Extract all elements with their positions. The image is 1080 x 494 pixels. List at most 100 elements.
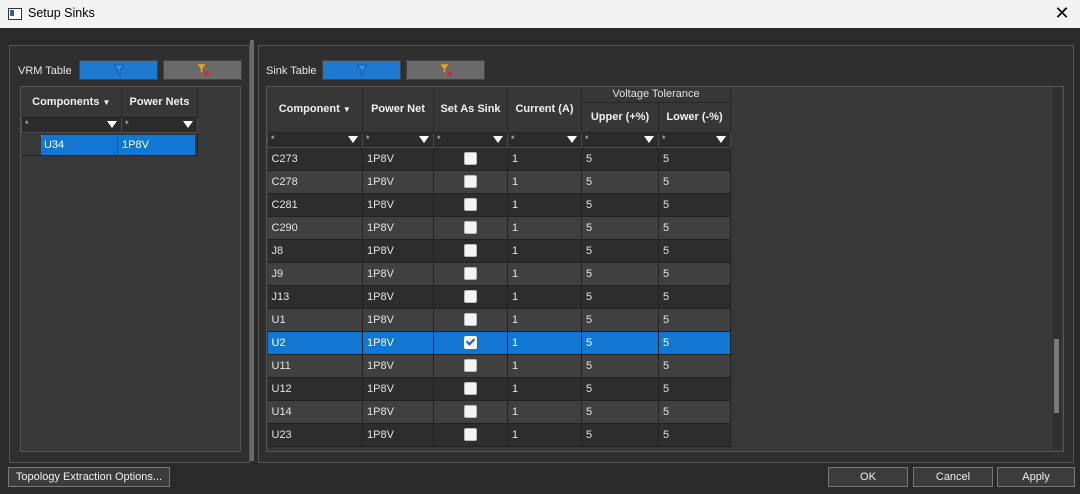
cell-upper[interactable]: 5 [581, 423, 659, 447]
vrm-filter-power-nets[interactable]: * [121, 116, 198, 133]
set-as-sink-checkbox[interactable] [464, 336, 477, 349]
table-row[interactable]: U1 1P8V 1 5 5 [267, 308, 732, 332]
sink-filter-upper[interactable]: * [581, 131, 659, 148]
sink-filter-current[interactable]: * [507, 131, 582, 148]
cell-current[interactable]: 1 [507, 193, 582, 217]
window-title: Setup Sinks [28, 6, 95, 20]
cell-current[interactable]: 1 [507, 216, 582, 240]
cell-lower[interactable]: 5 [658, 193, 732, 217]
dropdown-arrow-icon [716, 135, 727, 143]
sink-vertical-scrollbar[interactable] [1053, 87, 1061, 449]
close-icon[interactable]: ✕ [1052, 3, 1072, 23]
table-row[interactable]: J13 1P8V 1 5 5 [267, 285, 732, 309]
cell-lower[interactable]: 5 [658, 331, 732, 355]
cell-upper[interactable]: 5 [581, 308, 659, 332]
vrm-filter-components[interactable]: * [21, 116, 122, 133]
sink-col-lower-header[interactable]: Lower (-%) [658, 102, 732, 133]
table-row[interactable]: U23 1P8V 1 5 5 [267, 423, 732, 447]
vrm-row-selected[interactable]: U34 1P8V [41, 135, 195, 155]
cell-upper[interactable]: 5 [581, 285, 659, 309]
cell-lower[interactable]: 5 [658, 216, 732, 240]
cancel-button[interactable]: Cancel [913, 467, 993, 487]
vrm-filter-button[interactable] [79, 60, 158, 80]
cell-lower[interactable]: 5 [658, 400, 732, 424]
cell-current[interactable]: 1 [507, 308, 582, 332]
set-as-sink-checkbox[interactable] [464, 405, 477, 418]
sink-filter-component[interactable]: * [267, 131, 363, 148]
table-row[interactable]: C290 1P8V 1 5 5 [267, 216, 732, 240]
cell-lower[interactable]: 5 [658, 147, 732, 171]
cell-upper[interactable]: 5 [581, 354, 659, 378]
ok-button[interactable]: OK [828, 467, 908, 487]
cell-lower[interactable]: 5 [658, 423, 732, 447]
set-as-sink-checkbox[interactable] [464, 428, 477, 441]
cell-upper[interactable]: 5 [581, 193, 659, 217]
cell-current[interactable]: 1 [507, 400, 582, 424]
cell-current[interactable]: 1 [507, 354, 582, 378]
sink-clear-filter-button[interactable] [406, 60, 485, 80]
cell-power-net: 1P8V [362, 354, 434, 378]
set-as-sink-checkbox[interactable] [464, 198, 477, 211]
set-as-sink-checkbox[interactable] [464, 359, 477, 372]
cell-upper[interactable]: 5 [581, 216, 659, 240]
sink-filter-power-net[interactable]: * [362, 131, 434, 148]
dropdown-arrow-icon [493, 135, 503, 143]
cell-current[interactable]: 1 [507, 285, 582, 309]
cell-current[interactable]: 1 [507, 377, 582, 401]
cell-lower[interactable]: 5 [658, 170, 732, 194]
sink-col-power-net-header[interactable]: Power Net [362, 87, 434, 133]
cell-upper[interactable]: 5 [581, 147, 659, 171]
sink-filter-button[interactable] [322, 60, 401, 80]
set-as-sink-checkbox[interactable] [464, 382, 477, 395]
scrollbar-thumb[interactable] [1054, 339, 1059, 413]
vrm-col-components-header[interactable]: Components ▼ [21, 87, 122, 118]
cell-lower[interactable]: 5 [658, 285, 732, 309]
set-as-sink-checkbox[interactable] [464, 290, 477, 303]
table-row[interactable]: C278 1P8V 1 5 5 [267, 170, 732, 194]
set-as-sink-checkbox[interactable] [464, 152, 477, 165]
table-row[interactable]: U14 1P8V 1 5 5 [267, 400, 732, 424]
table-row[interactable]: U11 1P8V 1 5 5 [267, 354, 732, 378]
cell-current[interactable]: 1 [507, 423, 582, 447]
vrm-clear-filter-button[interactable] [163, 60, 242, 80]
cell-lower[interactable]: 5 [658, 239, 732, 263]
cell-upper[interactable]: 5 [581, 239, 659, 263]
cell-upper[interactable]: 5 [581, 400, 659, 424]
sink-col-current-header[interactable]: Current (A) [507, 87, 582, 133]
set-as-sink-checkbox[interactable] [464, 267, 477, 280]
set-as-sink-checkbox[interactable] [464, 221, 477, 234]
sink-filter-set-as-sink[interactable]: * [433, 131, 508, 148]
pane-splitter[interactable] [250, 40, 254, 461]
sink-col-set-as-sink-header[interactable]: Set As Sink [433, 87, 508, 133]
set-as-sink-checkbox[interactable] [464, 313, 477, 326]
clear-filter-icon [438, 63, 452, 77]
table-row[interactable]: U2 1P8V 1 5 5 [267, 331, 732, 355]
set-as-sink-checkbox[interactable] [464, 175, 477, 188]
cell-upper[interactable]: 5 [581, 331, 659, 355]
topology-extraction-options-button[interactable]: Topology Extraction Options... [8, 467, 170, 487]
cell-current[interactable]: 1 [507, 331, 582, 355]
cell-lower[interactable]: 5 [658, 308, 732, 332]
vrm-col-power-nets-header[interactable]: Power Nets [121, 87, 198, 118]
cell-lower[interactable]: 5 [658, 377, 732, 401]
cell-current[interactable]: 1 [507, 170, 582, 194]
cell-lower[interactable]: 5 [658, 262, 732, 286]
cell-current[interactable]: 1 [507, 262, 582, 286]
table-row[interactable]: C273 1P8V 1 5 5 [267, 147, 732, 171]
table-row[interactable]: J8 1P8V 1 5 5 [267, 239, 732, 263]
cell-upper[interactable]: 5 [581, 262, 659, 286]
cell-lower[interactable]: 5 [658, 354, 732, 378]
cell-upper[interactable]: 5 [581, 377, 659, 401]
table-row[interactable]: U12 1P8V 1 5 5 [267, 377, 732, 401]
set-as-sink-checkbox[interactable] [464, 244, 477, 257]
cell-current[interactable]: 1 [507, 239, 582, 263]
sink-filter-lower[interactable]: * [657, 131, 732, 148]
cell-current[interactable]: 1 [507, 147, 582, 171]
apply-button[interactable]: Apply [997, 467, 1075, 487]
table-row[interactable]: C281 1P8V 1 5 5 [267, 193, 732, 217]
sink-col-upper-header[interactable]: Upper (+%) [581, 102, 659, 133]
table-row[interactable]: J9 1P8V 1 5 5 [267, 262, 732, 286]
cell-power-net: 1P8V [362, 400, 434, 424]
sink-col-component-header[interactable]: Component ▼ [267, 87, 363, 133]
cell-upper[interactable]: 5 [581, 170, 659, 194]
